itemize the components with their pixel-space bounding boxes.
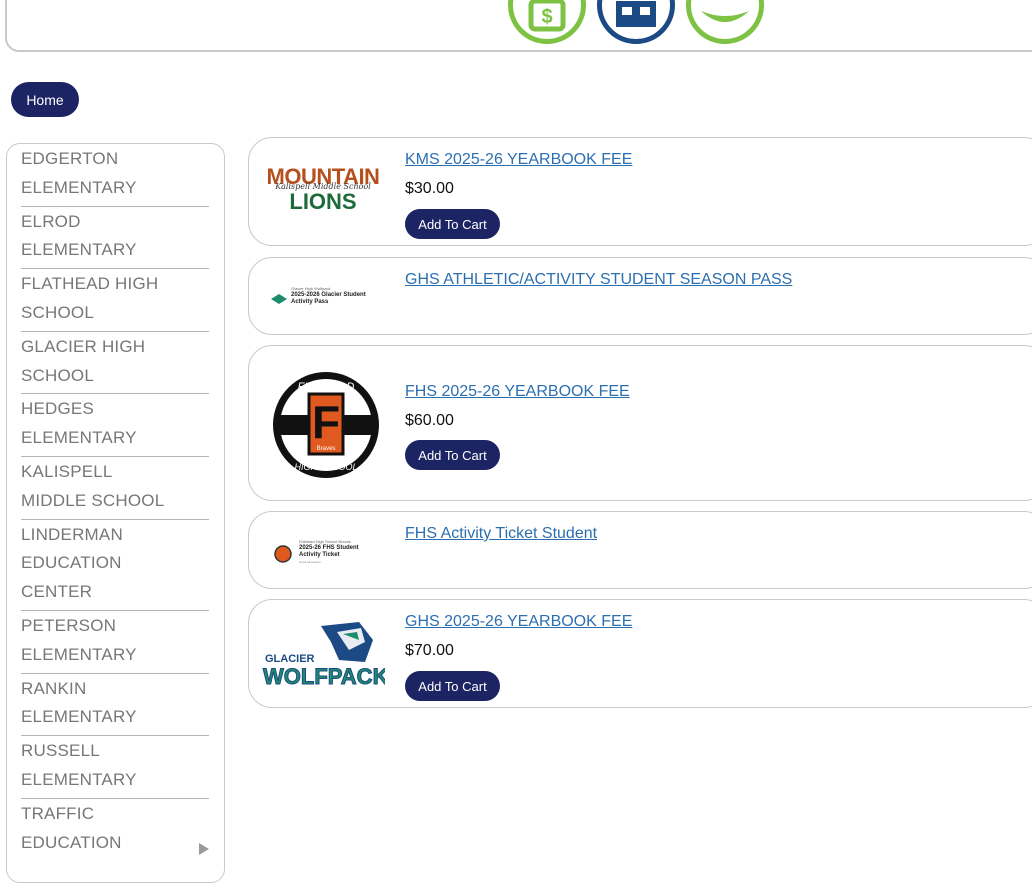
sidebar-item-label: PETERSON ELEMENTARY — [21, 615, 137, 664]
activity-ticket-logo: Flathead High School Braves 2025-26 FHS … — [261, 539, 381, 568]
sidebar-item-label: HEDGES ELEMENTARY — [21, 399, 137, 448]
expand-arrow-icon[interactable] — [199, 842, 209, 855]
pass-title-text: 2025-2026 Glacier Student — [291, 292, 366, 298]
product-price: $60.00 — [405, 412, 454, 429]
sidebar-item-kalispell-middle-school[interactable]: KALISPELL MIDDLE SCHOOL — [21, 457, 209, 520]
header-icon-group: $ — [508, 0, 778, 48]
sidebar-item-label: GLACIER HIGH SCHOOL — [21, 336, 146, 385]
sidebar-item-label: FLATHEAD HIGH SCHOOL — [21, 274, 159, 322]
logo-text: LIONS — [289, 189, 357, 214]
product-title-link[interactable]: GHS ATHLETIC/ACTIVITY STUDENT SEASON PAS… — [405, 271, 792, 289]
svg-text:$: $ — [541, 6, 552, 28]
product-card: Glacier High Wolfpack 2025-2026 Glacier … — [248, 257, 1032, 335]
add-to-cart-button[interactable]: Add To Cart — [405, 671, 500, 701]
sidebar-item-russell-elementary[interactable]: RUSSELL ELEMENTARY — [21, 736, 209, 799]
ticket-title-text: 2025-26 FHS Student — [299, 545, 359, 551]
product-card: FLATHEAD F Braves HIGH SCHOOL FHS 2025-2… — [248, 345, 1032, 501]
pass-small-text: Glacier High Wolfpack — [291, 286, 331, 291]
school-sidebar: EDGERTON ELEMENTARY ELROD ELEMENTARY FLA… — [6, 143, 225, 883]
sidebar-item-peterson-elementary[interactable]: PETERSON ELEMENTARY — [21, 611, 209, 674]
sidebar-item-elrod-elementary[interactable]: ELROD ELEMENTARY — [21, 207, 209, 270]
sidebar-item-linderman-education-center[interactable]: LINDERMAN EDUCATION CENTER — [21, 520, 209, 611]
sidebar-item-label: EDGERTON ELEMENTARY — [21, 149, 137, 197]
logo-top-text: FLATHEAD — [298, 381, 355, 393]
product-price: $30.00 — [405, 180, 454, 197]
sidebar-item-rankin-elementary[interactable]: RANKIN ELEMENTARY — [21, 674, 209, 737]
product-title-link[interactable]: FHS Activity Ticket Student — [405, 525, 597, 543]
ticket-title-text: Activity Ticket — [299, 552, 340, 558]
flathead-braves-logo: FLATHEAD F Braves HIGH SCHOOL — [271, 370, 381, 480]
product-title-link[interactable]: GHS 2025-26 YEARBOOK FEE — [405, 613, 632, 631]
product-title-link[interactable]: FHS 2025-26 YEARBOOK FEE — [405, 383, 630, 401]
sidebar-item-label: LINDERMAN EDUCATION CENTER — [21, 524, 123, 602]
product-price: $70.00 — [405, 642, 454, 659]
sidebar-item-traffic-education[interactable]: TRAFFIC EDUCATION — [21, 799, 209, 861]
product-card: Flathead High School Braves 2025-26 FHS … — [248, 511, 1032, 589]
home-button[interactable]: Home — [11, 82, 79, 117]
sidebar-item-edgerton-elementary[interactable]: EDGERTON ELEMENTARY — [21, 144, 209, 207]
product-card: GLACIER WOLFPACK GHS 2025-26 YEARBOOK FE… — [248, 599, 1032, 708]
sidebar-item-label: KALISPELL MIDDLE SCHOOL — [21, 461, 165, 510]
wolf-icon — [271, 294, 287, 304]
logo-text: WOLFPACK — [263, 664, 385, 689]
logo-letter: F — [312, 396, 340, 448]
product-card: MOUNTAIN Kalispell Middle School LIONS K… — [248, 137, 1032, 246]
glacier-wolfpack-logo: GLACIER WOLFPACK — [261, 620, 389, 690]
product-title-link[interactable]: KMS 2025-26 YEARBOOK FEE — [405, 151, 632, 169]
add-to-cart-button[interactable]: Add To Cart — [405, 440, 500, 470]
sidebar-item-glacier-high-school[interactable]: GLACIER HIGH SCHOOL — [21, 332, 209, 395]
sidebar-item-hedges-elementary[interactable]: HEDGES ELEMENTARY — [21, 394, 209, 457]
payment-icon[interactable]: $ — [508, 0, 586, 44]
logo-tag-text: Braves — [317, 446, 336, 452]
mountain-lions-logo: MOUNTAIN Kalispell Middle School LIONS — [261, 166, 385, 224]
hand-leaf-icon[interactable] — [686, 0, 764, 44]
activity-pass-logo: Glacier High Wolfpack 2025-2026 Glacier … — [261, 286, 381, 310]
school-building-icon[interactable] — [597, 0, 675, 44]
logo-bottom-text: HIGH SCHOOL — [294, 462, 357, 472]
pass-title-text: Activity Pass — [291, 299, 329, 305]
sidebar-item-label: ELROD ELEMENTARY — [21, 211, 137, 260]
sidebar-item-label: TRAFFIC EDUCATION — [21, 803, 122, 852]
ticket-tiny-text: Good all season — [299, 560, 321, 564]
add-to-cart-button[interactable]: Add To Cart — [405, 209, 500, 239]
sidebar-item-flathead-high-school[interactable]: FLATHEAD HIGH SCHOOL — [21, 269, 209, 332]
sidebar-item-label: RANKIN ELEMENTARY — [21, 678, 137, 727]
ticket-small-text: Flathead High School Braves — [299, 539, 351, 544]
sidebar-item-label: RUSSELL ELEMENTARY — [21, 741, 137, 789]
braves-icon — [274, 545, 292, 563]
